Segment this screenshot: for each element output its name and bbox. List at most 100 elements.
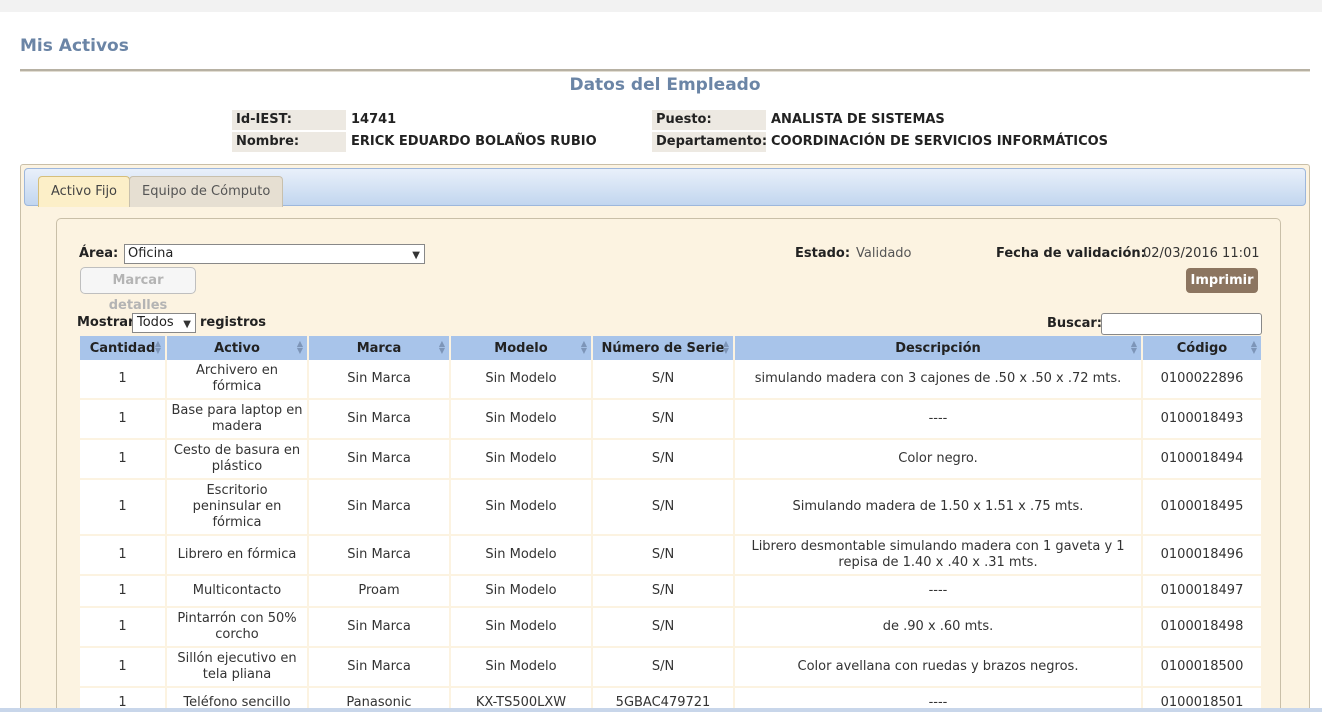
table-header-row: Cantidad ▲ ▼ Activo ▲ ▼ Marca ▲ ▼ Modelo ▲ ▼ Número … (80, 336, 1261, 360)
status-label: Estado: (795, 246, 851, 261)
page-length-value: Todos (137, 315, 174, 330)
codigo-cell: 0100022896 (1143, 360, 1261, 400)
descripcion-cell: de .90 x .60 mts. (735, 608, 1141, 648)
cantidad-cell: 1 (80, 480, 165, 536)
column-header-label: Marca (356, 340, 402, 356)
numero-de-serie-cell: S/N (593, 400, 733, 440)
column-header-label: Modelo (494, 340, 548, 356)
modelo-cell: Sin Modelo (451, 400, 591, 440)
tab-content: Área: Oficina ▼ Estado: Validado Fecha d… (56, 218, 1281, 712)
col-cantidad-header[interactable]: Cantidad ▲ ▼ (80, 336, 165, 360)
modelo-cell: Sin Modelo (451, 576, 591, 608)
activo-cell: Cesto de basura en plástico (167, 440, 307, 480)
activo-cell: Sillón ejecutivo en tela pliana (167, 648, 307, 688)
marca-cell: Sin Marca (309, 536, 449, 576)
marca-cell: Sin Marca (309, 360, 449, 400)
descripcion-cell: Color negro. (735, 440, 1141, 480)
modelo-cell: Sin Modelo (451, 440, 591, 480)
descripcion-cell: simulando madera con 3 cajones de .50 x … (735, 360, 1141, 400)
col-activo-header[interactable]: Activo ▲ ▼ (167, 336, 307, 360)
tab-activo-fijo[interactable]: Activo Fijo (38, 176, 131, 207)
sort-icon: ▲ ▼ (722, 339, 729, 355)
table-row[interactable]: 1 Pintarrón con 50% corcho Sin Marca Sin Mo… (80, 608, 1261, 648)
tab-bar: Activo Fijo Equipo de Cómputo (24, 168, 1306, 207)
col-descripcion-header[interactable]: Descripción ▲ ▼ (735, 336, 1141, 360)
column-header-label: Número de Serie (601, 340, 725, 356)
bottom-scroll-edge (0, 708, 1322, 712)
numero-de-serie-cell: S/N (593, 608, 733, 648)
codigo-cell: 0100018494 (1143, 440, 1261, 480)
descripcion-cell: ---- (735, 400, 1141, 440)
activo-cell: Librero en fórmica (167, 536, 307, 576)
table-row[interactable]: 1 Cesto de basura en plástico Sin Marca Sin… (80, 440, 1261, 480)
employee-name-label: Nombre: (232, 132, 346, 152)
records-label: registros (200, 315, 267, 330)
employee-name-value: ERICK EDUARDO BOLAÑOS RUBIO (351, 134, 597, 149)
sort-icon: ▲ ▼ (154, 339, 161, 355)
numero-de-serie-cell: S/N (593, 440, 733, 480)
cantidad-cell: 1 (80, 440, 165, 480)
column-header-label: Activo (214, 340, 260, 356)
codigo-cell: 0100018498 (1143, 608, 1261, 648)
descripcion-cell: Simulando madera de 1.50 x 1.51 x .75 mt… (735, 480, 1141, 536)
search-input[interactable] (1101, 313, 1262, 335)
area-label: Área: (79, 246, 119, 261)
table-row[interactable]: 1 Multicontacto Proam Sin Modelo S/N ---- 0100… (80, 576, 1261, 608)
marca-cell: Sin Marca (309, 648, 449, 688)
sort-icon: ▲ ▼ (1250, 339, 1257, 355)
col-marca-header[interactable]: Marca ▲ ▼ (309, 336, 449, 360)
table-row[interactable]: 1 Base para laptop en madera Sin Marca Sin … (80, 400, 1261, 440)
activo-cell: Pintarrón con 50% corcho (167, 608, 307, 648)
marca-cell: Sin Marca (309, 440, 449, 480)
cantidad-cell: 1 (80, 360, 165, 400)
modelo-cell: Sin Modelo (451, 536, 591, 576)
marca-cell: Sin Marca (309, 480, 449, 536)
col-numero-de-serie-header[interactable]: Número de Serie ▲ ▼ (593, 336, 733, 360)
tab-equipo-de-computo[interactable]: Equipo de Cómputo (129, 176, 284, 207)
numero-de-serie-cell: S/N (593, 576, 733, 608)
modelo-cell: Sin Modelo (451, 360, 591, 400)
numero-de-serie-cell: S/N (593, 648, 733, 688)
area-select-value: Oficina (128, 246, 174, 261)
modelo-cell: Sin Modelo (451, 648, 591, 688)
table-row[interactable]: 1 Sillón ejecutivo en tela pliana Sin Marc… (80, 648, 1261, 688)
page-title: Mis Activos (20, 36, 129, 56)
show-label: Mostrar (77, 315, 135, 330)
area-select[interactable]: Oficina ▼ (124, 244, 425, 264)
table-row[interactable]: 1 Librero en fórmica Sin Marca Sin Modelo S/… (80, 536, 1261, 576)
column-header-label: Código (1176, 340, 1228, 356)
column-header-label: Cantidad (89, 340, 156, 356)
print-button[interactable]: Imprimir (1186, 268, 1258, 293)
assets-table: Cantidad ▲ ▼ Activo ▲ ▼ Marca ▲ ▼ Modelo ▲ ▼ Número … (78, 336, 1263, 712)
status-value: Validado (856, 246, 912, 261)
search-label: Buscar: (1047, 316, 1102, 331)
table-row[interactable]: 1 Escritorio peninsular en fórmica Sin Mar… (80, 480, 1261, 536)
validation-date-label: Fecha de validación: (996, 246, 1146, 261)
page-length-select[interactable]: Todos ▼ (132, 313, 196, 333)
validation-date-value: 02/03/2016 11:01 (1143, 246, 1260, 261)
cantidad-cell: 1 (80, 400, 165, 440)
employee-department-value: COORDINACIÓN DE SERVICIOS INFORMÁTICOS (771, 134, 1109, 149)
marca-cell: Sin Marca (309, 608, 449, 648)
sort-icon: ▲ ▼ (438, 339, 445, 355)
descripcion-cell: Librero desmontable simulando madera con… (735, 536, 1141, 576)
employee-department-label: Departamento: (652, 132, 767, 152)
activo-cell: Multicontacto (167, 576, 307, 608)
codigo-cell: 0100018496 (1143, 536, 1261, 576)
codigo-cell: 0100018493 (1143, 400, 1261, 440)
mark-details-button[interactable]: Marcar detalles (80, 267, 196, 313)
table-body: 1 Archivero en fórmica Sin Marca Sin Modelo… (80, 360, 1261, 712)
table-row[interactable]: 1 Archivero en fórmica Sin Marca Sin Modelo… (80, 360, 1261, 400)
col-codigo-header[interactable]: Código ▲ ▼ (1143, 336, 1261, 360)
marca-cell: Proam (309, 576, 449, 608)
employee-id-label: Id-IEST: (232, 110, 346, 130)
col-modelo-header[interactable]: Modelo ▲ ▼ (451, 336, 591, 360)
cantidad-cell: 1 (80, 536, 165, 576)
employee-position-value: ANALISTA DE SISTEMAS (771, 112, 945, 127)
activo-cell: Archivero en fórmica (167, 360, 307, 400)
cantidad-cell: 1 (80, 576, 165, 608)
modelo-cell: Sin Modelo (451, 480, 591, 536)
sort-icon: ▲ ▼ (296, 339, 303, 355)
title-divider (20, 69, 1310, 72)
modelo-cell: Sin Modelo (451, 608, 591, 648)
